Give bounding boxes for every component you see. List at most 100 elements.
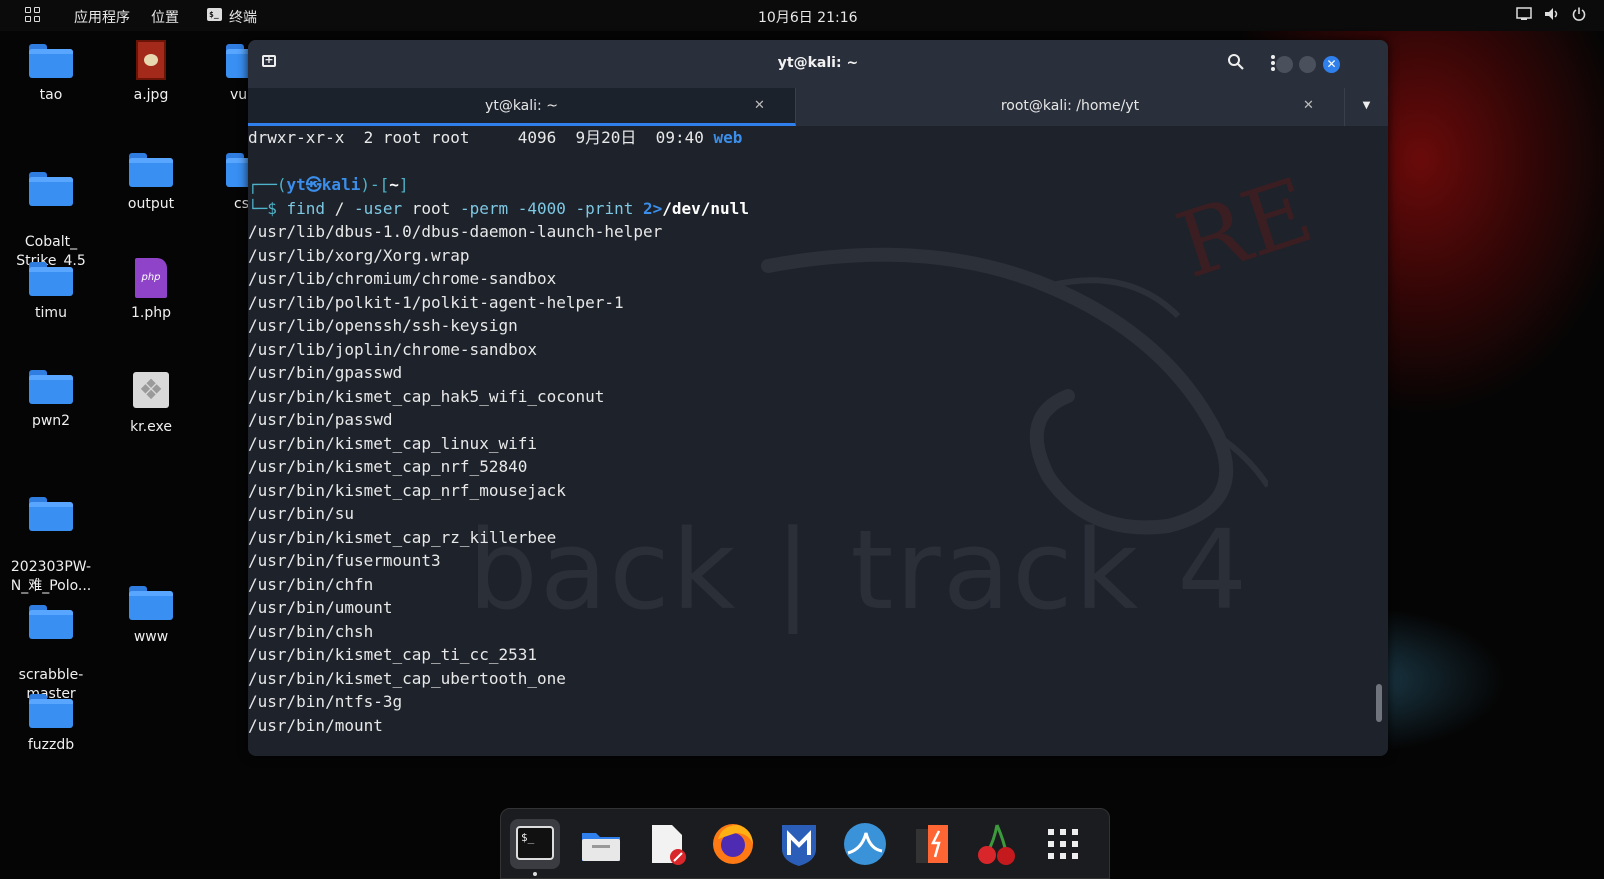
output-line: /usr/bin/chfn	[248, 574, 374, 594]
app-grid-icon[interactable]	[25, 7, 41, 23]
output-line: /usr/bin/passwd	[248, 410, 393, 429]
output-line: /usr/bin/kismet_cap_nrf_mousejack	[248, 480, 566, 500]
prompt-line: ┌──(yt㉿kali)-[~]	[248, 175, 409, 194]
folder-icon	[29, 370, 73, 404]
dock-firefox[interactable]	[708, 819, 758, 869]
output-line: /usr/bin/gpasswd	[248, 363, 403, 382]
listing-line: drwxr-xr-x 2 root root 4096 9月20日 09:40 …	[248, 128, 743, 147]
terminal-titlebar[interactable]: + yt@kali: ~ ✕	[248, 40, 1388, 88]
exe-file-icon	[133, 372, 169, 408]
tab-yt-kali[interactable]: yt@kali: ~ ✕	[248, 88, 796, 126]
terminal-window: + yt@kali: ~ ✕ yt@kali: ~ ✕ root@kali: /…	[248, 40, 1388, 756]
files-icon	[582, 833, 620, 861]
desktop-icon-a-jpg[interactable]: a.jpg	[103, 40, 199, 105]
output-line: /usr/lib/xorg/Xorg.wrap	[248, 245, 470, 265]
close-tab-icon[interactable]: ✕	[1303, 88, 1314, 124]
kali-dragon-icon	[761, 247, 1268, 535]
output-line: /usr/bin/chsh	[248, 621, 374, 641]
dock-burpsuite[interactable]	[906, 819, 956, 869]
applications-menu[interactable]: 应用程序	[74, 7, 130, 27]
desktop-icon-fuzzdb[interactable]: fuzzdb	[3, 694, 99, 755]
desktop-icon-label: vul	[230, 87, 248, 103]
firefox-icon	[713, 824, 753, 864]
desktop-icon-label: 1.php	[130, 305, 171, 321]
desktop-icon-1-php[interactable]: php 1.php	[103, 258, 199, 323]
output-line: /usr/bin/kismet_cap_ubertooth_one	[248, 668, 566, 688]
desktop-icon-label: kr.exe	[130, 419, 172, 435]
desktop-icon-tao[interactable]: tao	[3, 44, 99, 105]
output-line: /usr/bin/kismet_cap_rz_killerbee	[248, 527, 557, 547]
output-line: /usr/bin/mount	[248, 715, 383, 735]
dock-metasploit[interactable]	[774, 819, 824, 869]
terminal-lines: drwxr-xr-x 2 root root 4096 9月20日 09:40 …	[248, 126, 749, 737]
folder-icon	[129, 153, 173, 187]
output-line: /usr/bin/fusermount3	[248, 551, 441, 570]
dock-cherrytree[interactable]	[972, 819, 1022, 869]
search-icon[interactable]	[1227, 53, 1247, 73]
php-file-icon: php	[135, 258, 167, 298]
desktop-icon-kr-exe[interactable]: kr.exe	[103, 372, 199, 437]
tab-label: yt@kali: ~	[485, 98, 558, 114]
tab-root-kali[interactable]: root@kali: /home/yt ✕	[796, 88, 1345, 126]
output-line: /usr/bin/kismet_cap_nrf_52840	[248, 457, 528, 476]
folder-icon	[226, 153, 248, 187]
folder-icon	[29, 497, 73, 531]
desktop-icon-label: timu	[35, 305, 67, 321]
minimize-button[interactable]	[1276, 56, 1293, 73]
desktop-icon-pwn2[interactable]: pwn2	[3, 370, 99, 431]
output-line: /usr/bin/kismet_cap_linux_wifi	[248, 433, 537, 453]
folder-icon	[226, 44, 248, 78]
app-grid-icon	[1048, 829, 1078, 859]
folder-icon	[29, 262, 73, 296]
wireshark-icon	[844, 823, 886, 865]
image-file-icon	[136, 40, 166, 80]
desktop-icon-timu[interactable]: timu	[3, 262, 99, 323]
scrollbar[interactable]	[1376, 684, 1382, 722]
terminal-output[interactable]: back | track 4 RE drwxr-xr-x 2 root root…	[248, 126, 1388, 756]
dock-app-grid[interactable]	[1038, 819, 1088, 869]
volume-icon[interactable]	[1544, 7, 1560, 25]
folder-icon	[29, 172, 73, 206]
tab-label: root@kali: /home/yt	[1000, 98, 1140, 114]
desktop-icon-www[interactable]: www	[103, 586, 199, 647]
dock: $_	[500, 808, 1110, 879]
output-line: /usr/bin/su	[248, 504, 354, 523]
terminal-menu[interactable]: 终端	[229, 7, 257, 27]
dock-wireshark[interactable]	[840, 819, 890, 869]
svg-text:$_: $_	[521, 831, 535, 844]
metasploit-icon	[782, 825, 816, 866]
desktop-icon-label: cs	[234, 196, 248, 212]
terminal-icon: $_	[207, 8, 222, 21]
clock[interactable]: 10月6日 21:16	[758, 7, 858, 27]
desktop-icon-label: output	[127, 196, 175, 212]
desktop-icon-vul[interactable]: vul	[200, 44, 248, 105]
power-icon[interactable]	[1572, 7, 1586, 25]
dock-files[interactable]	[576, 819, 626, 869]
command-line: └─$ find / -user root -perm -4000 -print…	[248, 198, 749, 218]
folder-icon	[129, 586, 173, 620]
output-line: /usr/lib/dbus-1.0/dbus-daemon-launch-hel…	[248, 222, 663, 241]
folder-icon	[29, 44, 73, 78]
terminal-tabs: yt@kali: ~ ✕ root@kali: /home/yt ✕ ▼	[248, 88, 1388, 126]
dock-text-editor[interactable]	[642, 819, 692, 869]
cherrytree-icon	[978, 824, 1015, 865]
desktop-icon-cs[interactable]: cs	[200, 153, 248, 214]
close-tab-icon[interactable]: ✕	[754, 88, 765, 124]
text-editor-icon	[652, 825, 686, 865]
maximize-button[interactable]	[1299, 56, 1316, 73]
output-line: /usr/lib/joplin/chrome-sandbox	[248, 339, 537, 359]
output-line: /usr/lib/openssh/ssh-keysign	[248, 316, 518, 335]
screen-icon[interactable]	[1516, 7, 1532, 25]
output-line: /usr/bin/kismet_cap_ti_cc_2531	[248, 645, 537, 664]
places-menu[interactable]: 位置	[151, 7, 179, 27]
desktop-icon-output[interactable]: output	[103, 153, 199, 214]
desktop-icon-label: a.jpg	[133, 87, 169, 103]
close-button[interactable]: ✕	[1323, 56, 1340, 73]
output-line: /usr/lib/chromium/chrome-sandbox	[248, 269, 557, 288]
window-title: yt@kali: ~	[777, 55, 859, 71]
output-line: /usr/bin/umount	[248, 598, 393, 617]
top-panel: 应用程序 位置 $_ 终端 10月6日 21:16	[0, 0, 1604, 31]
dock-terminal[interactable]: $_	[510, 819, 560, 876]
tabs-dropdown-icon[interactable]: ▼	[1345, 88, 1388, 126]
